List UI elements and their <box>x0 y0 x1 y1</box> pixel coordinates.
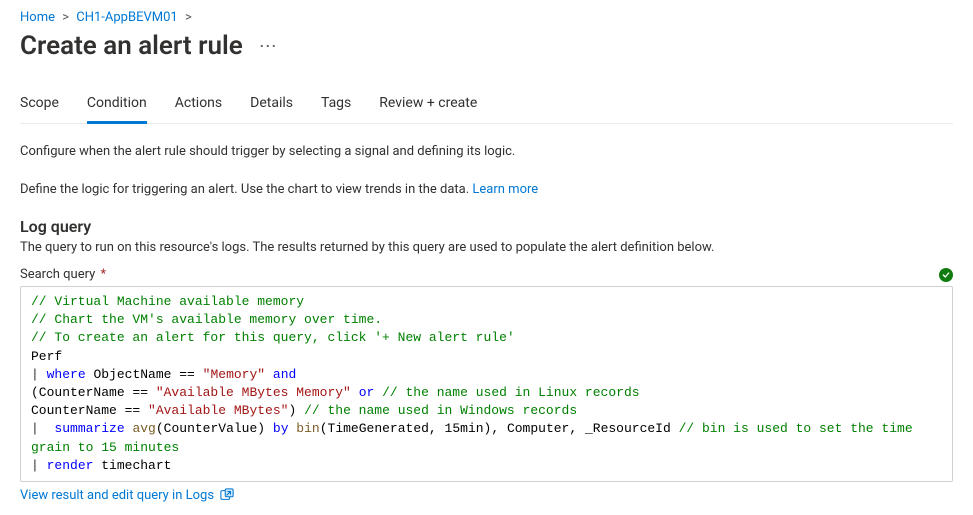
chevron-right-icon: > <box>58 10 73 25</box>
section-heading-log-query: Log query <box>20 217 953 236</box>
page-title: Create an alert rule <box>20 31 243 61</box>
open-in-logs-icon <box>220 488 234 502</box>
breadcrumb-home[interactable]: Home <box>20 10 55 25</box>
breadcrumb: Home > CH1-AppBEVM01 > <box>20 10 953 25</box>
intro-text-2: Define the logic for triggering an alert… <box>20 180 953 200</box>
breadcrumb-resource[interactable]: CH1-AppBEVM01 <box>76 10 177 25</box>
learn-more-link[interactable]: Learn more <box>472 182 538 197</box>
tabs: Scope Condition Actions Details Tags Rev… <box>20 89 953 124</box>
tab-scope[interactable]: Scope <box>20 89 59 124</box>
intro-text-1: Configure when the alert rule should tri… <box>20 142 953 162</box>
chevron-right-icon: > <box>181 10 196 25</box>
search-query-label: Search query <box>20 267 95 282</box>
tab-condition[interactable]: Condition <box>87 89 147 124</box>
view-in-logs-link[interactable]: View result and edit query in Logs <box>20 488 214 503</box>
section-sub: The query to run on this resource's logs… <box>20 240 953 255</box>
intro-text-2-body: Define the logic for triggering an alert… <box>20 182 472 197</box>
tab-actions[interactable]: Actions <box>175 89 222 124</box>
tab-details[interactable]: Details <box>250 89 293 124</box>
required-indicator: * <box>101 267 107 282</box>
query-text: // Virtual Machine available memory // C… <box>31 293 942 475</box>
search-query-editor[interactable]: // Virtual Machine available memory // C… <box>20 286 953 482</box>
valid-check-icon <box>939 268 953 282</box>
tab-review[interactable]: Review + create <box>379 89 477 124</box>
more-actions-button[interactable]: ⋯ <box>259 36 279 57</box>
tab-tags[interactable]: Tags <box>321 89 351 124</box>
